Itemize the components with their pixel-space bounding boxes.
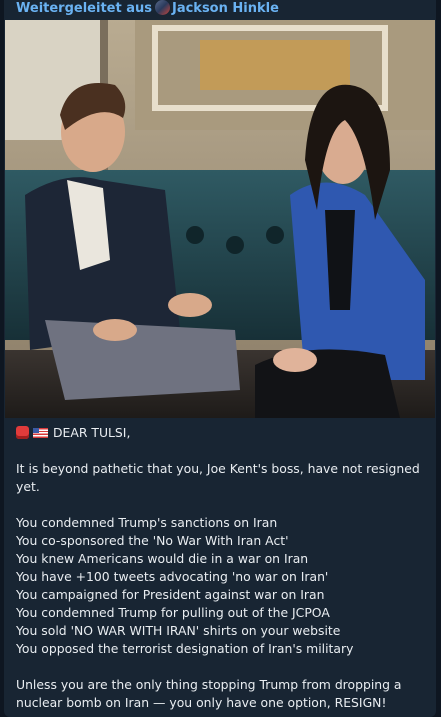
- message-bubble[interactable]: Weitergeleitet aus Jackson Hinkle DEAR T…: [4, 0, 436, 717]
- point-line: You opposed the terrorist designation of…: [16, 641, 354, 656]
- greeting: DEAR TULSI,: [53, 425, 131, 440]
- message-photo[interactable]: [5, 20, 435, 418]
- message-text: DEAR TULSI, It is beyond pathetic that y…: [16, 424, 428, 712]
- point-line: You knew Americans would die in a war on…: [16, 551, 309, 566]
- point-line: You have +100 tweets advocating 'no war …: [16, 569, 329, 584]
- closing-line: Unless you are the only thing stopping T…: [16, 677, 402, 692]
- source-avatar[interactable]: [154, 0, 170, 15]
- greeting-line: DEAR TULSI,: [16, 424, 428, 442]
- forwarded-source-name[interactable]: Jackson Hinkle: [172, 1, 279, 16]
- us-flag-icon: [33, 428, 48, 438]
- point-line: You campaigned for President against war…: [16, 587, 325, 602]
- point-line: You sold 'NO WAR WITH IRAN' shirts on yo…: [16, 623, 341, 638]
- siren-icon: [16, 426, 29, 439]
- photo-image: [5, 20, 435, 418]
- closing-line: nuclear bomb on Iran — you only have one…: [16, 695, 387, 710]
- intro-line: It is beyond pathetic that you, Joe Kent…: [16, 461, 420, 476]
- point-line: You condemned Trump for pulling out of t…: [16, 605, 330, 620]
- intro-line: yet.: [16, 479, 40, 494]
- point-line: You condemned Trump's sanctions on Iran: [16, 515, 278, 530]
- point-line: You co-sponsored the 'No War With Iran A…: [16, 533, 289, 548]
- forwarded-prefix: Weitergeleitet aus: [16, 1, 152, 16]
- forwarded-header[interactable]: Weitergeleitet aus Jackson Hinkle: [16, 0, 279, 16]
